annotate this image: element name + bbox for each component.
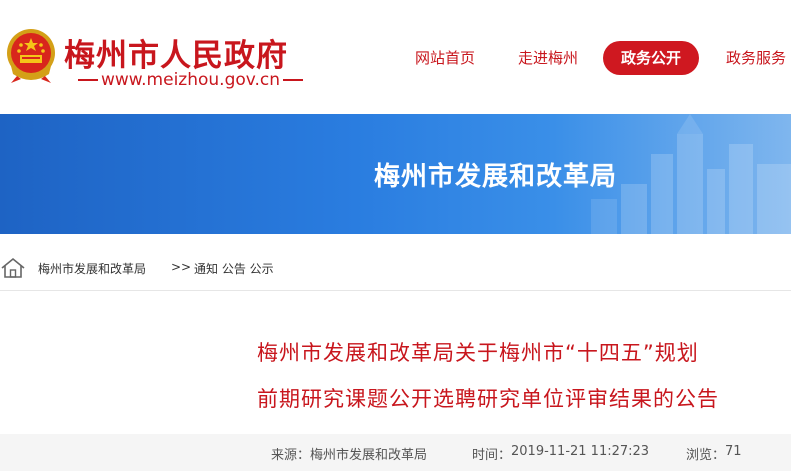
nav-home[interactable]: 网站首页: [415, 41, 475, 75]
breadcrumb-notices[interactable]: 通知 公告 公示: [194, 260, 274, 277]
department-banner: 梅州市发展和改革局: [0, 114, 791, 234]
article-meta-bar: 来源： 梅州市发展和改革局 时间： 2019-11-21 11:27:23 浏览…: [0, 434, 791, 471]
source-label: 来源：: [271, 448, 311, 463]
time-label: 时间：: [472, 448, 512, 463]
main-nav: 网站首页 走进梅州 政务公开 政务服务: [0, 41, 791, 75]
nav-government-services[interactable]: 政务服务: [726, 41, 786, 75]
views-value: 71: [725, 444, 742, 459]
views-label: 浏览：: [686, 448, 726, 463]
home-icon[interactable]: [0, 257, 26, 279]
source-value: 梅州市发展和改革局: [310, 448, 428, 463]
breadcrumb-separator: >>: [171, 260, 192, 274]
site-header: 梅州市人民政府 www.meizhou.gov.cn 网站首页 走进梅州 政务公…: [0, 0, 791, 114]
nav-about-meizhou[interactable]: 走进梅州: [518, 41, 578, 75]
banner-title: 梅州市发展和改革局: [374, 162, 618, 192]
breadcrumb-divider: [0, 290, 791, 291]
article-title-line-2: 前期研究课题公开选聘研究单位评审结果的公告: [257, 387, 719, 411]
time-value: 2019-11-21 11:27:23: [511, 444, 650, 459]
breadcrumb: 梅州市发展和改革局 >> 通知 公告 公示: [0, 256, 791, 282]
article-title-line-1: 梅州市发展和改革局关于梅州市“十四五”规划: [257, 341, 699, 365]
breadcrumb-department[interactable]: 梅州市发展和改革局: [38, 260, 146, 277]
nav-government-affairs[interactable]: 政务公开: [603, 41, 700, 75]
